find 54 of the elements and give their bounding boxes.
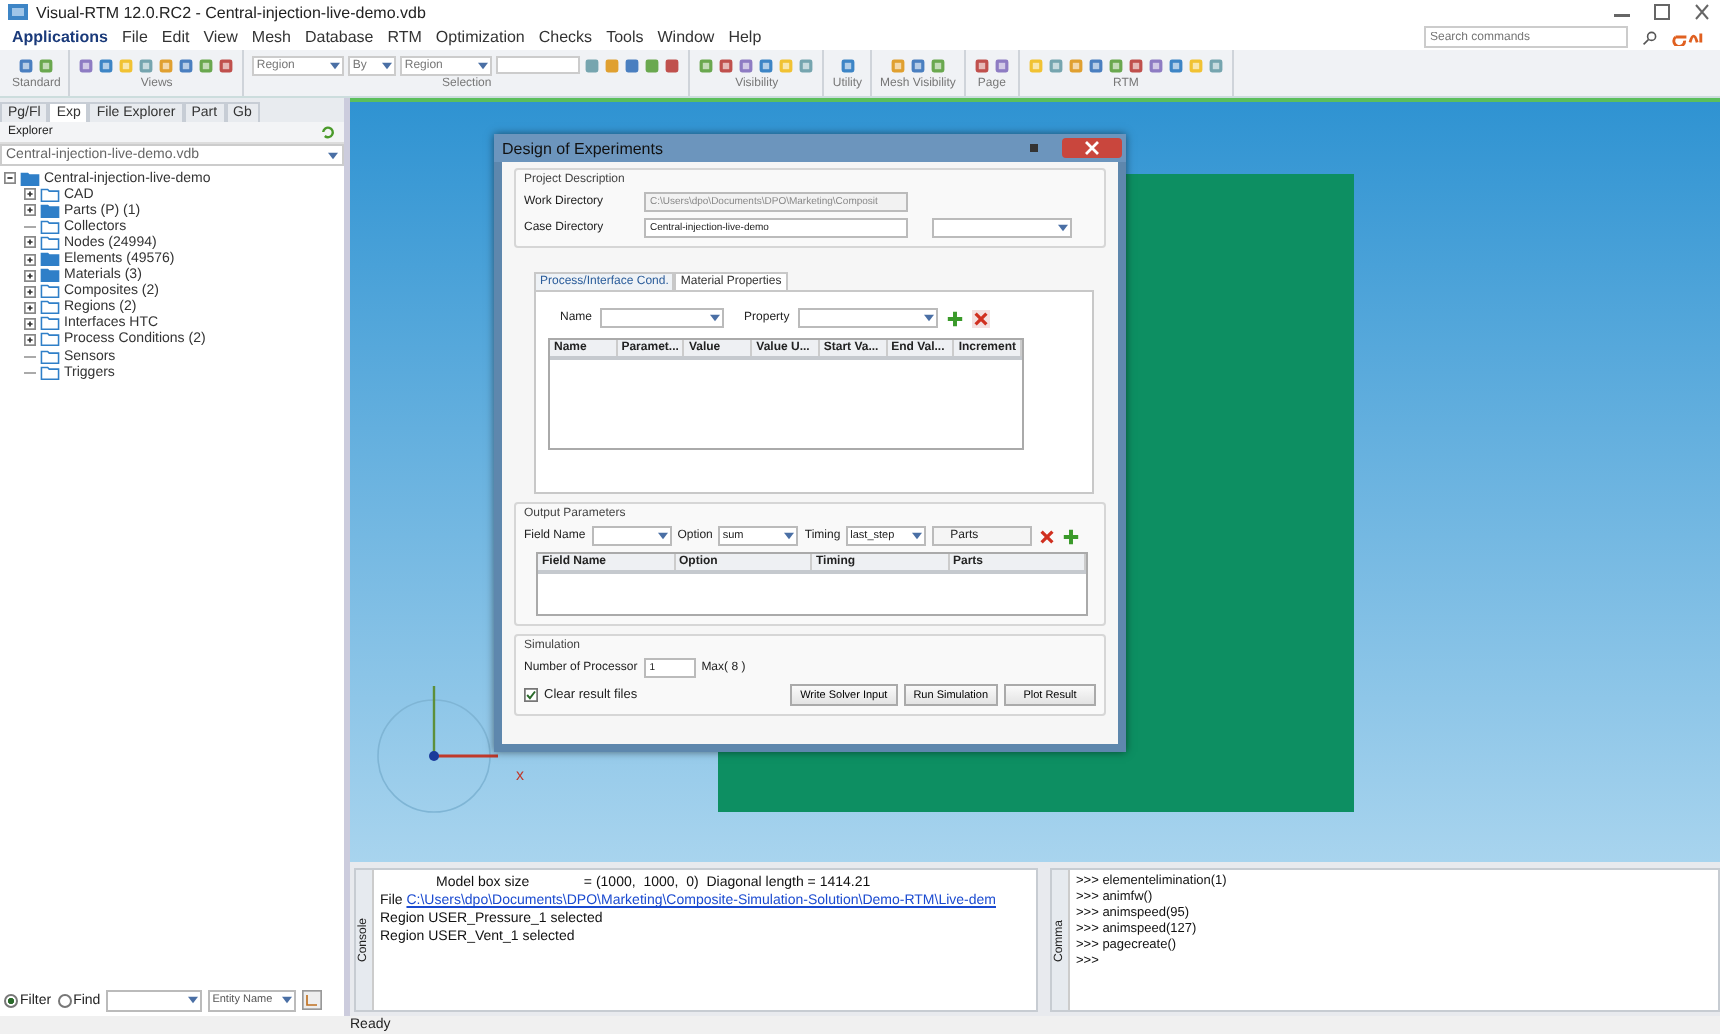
tree-toggle-icon[interactable]	[24, 333, 36, 346]
tree-toggle-icon[interactable]	[24, 188, 36, 201]
dropdown-arrow-icon[interactable]	[282, 996, 293, 1004]
refresh-icon[interactable]	[320, 124, 336, 140]
close-icon[interactable]	[1692, 4, 1712, 20]
add-icon[interactable]	[945, 309, 964, 327]
menu-item[interactable]: Edit	[161, 28, 190, 46]
tree-toggle-icon[interactable]	[24, 204, 36, 217]
tree-toggle-icon[interactable]	[24, 253, 36, 266]
menu-item[interactable]: Checks	[538, 28, 593, 46]
menu-item[interactable]: Optimization	[435, 28, 525, 46]
dropdown-arrow-icon[interactable]	[912, 532, 923, 540]
menu-item[interactable]: Database	[304, 28, 374, 46]
menu-item[interactable]: Applications	[12, 28, 109, 46]
dropdown-arrow-icon[interactable]	[1058, 224, 1068, 232]
menu-item[interactable]: File	[122, 28, 148, 46]
brand-logo-icon	[1672, 28, 1708, 46]
toolbar-icon[interactable]	[839, 57, 856, 73]
filter-icon[interactable]	[302, 990, 323, 1010]
dropdown-arrow-icon[interactable]	[784, 532, 795, 540]
dropdown-arrow-icon[interactable]	[710, 314, 721, 322]
menu-item[interactable]: View	[203, 28, 238, 46]
field-name-dropdown[interactable]	[591, 526, 672, 546]
axis-label: x	[516, 766, 524, 784]
delete-icon[interactable]	[971, 309, 990, 327]
dropdown-arrow-icon[interactable]	[188, 996, 199, 1004]
tree-toggle-icon[interactable]	[24, 236, 36, 249]
dropdown-arrow-icon[interactable]	[330, 61, 341, 69]
delete-icon[interactable]	[1038, 527, 1057, 545]
menu-item[interactable]: Window	[657, 28, 715, 46]
checkbox[interactable]	[524, 688, 538, 702]
window-title: Visual-RTM 12.0.RC2 - Central-injection-live-demo.vdb	[36, 3, 426, 21]
menu-item[interactable]: Mesh	[251, 28, 291, 46]
maximize-icon[interactable]	[1652, 4, 1672, 20]
tree-toggle-icon[interactable]	[24, 301, 36, 314]
add-icon[interactable]	[1062, 527, 1081, 545]
tree-toggle-icon[interactable]	[24, 269, 36, 282]
dropdown-arrow-icon[interactable]	[657, 532, 668, 540]
3d-viewport[interactable]	[350, 98, 1720, 862]
close-icon[interactable]	[1062, 138, 1122, 158]
search-icon[interactable]	[1642, 29, 1658, 45]
dropdown-arrow-icon[interactable]	[328, 151, 338, 159]
dialog-title: Design of Experiments	[502, 139, 663, 157]
dropdown-arrow-icon[interactable]	[382, 61, 393, 69]
dropdown-arrow-icon[interactable]	[923, 314, 934, 322]
menu-item[interactable]: RTM	[387, 28, 422, 46]
tree-toggle-icon[interactable]	[24, 317, 36, 330]
app-logo-icon	[8, 2, 28, 22]
menu-item[interactable]: Help	[728, 28, 762, 46]
selection-field[interactable]	[496, 56, 581, 74]
tree-toggle-icon[interactable]	[4, 172, 16, 185]
tree-toggle-icon[interactable]	[24, 285, 36, 298]
dropdown-arrow-icon[interactable]	[478, 61, 489, 69]
menu-item[interactable]: Tools	[606, 28, 644, 46]
